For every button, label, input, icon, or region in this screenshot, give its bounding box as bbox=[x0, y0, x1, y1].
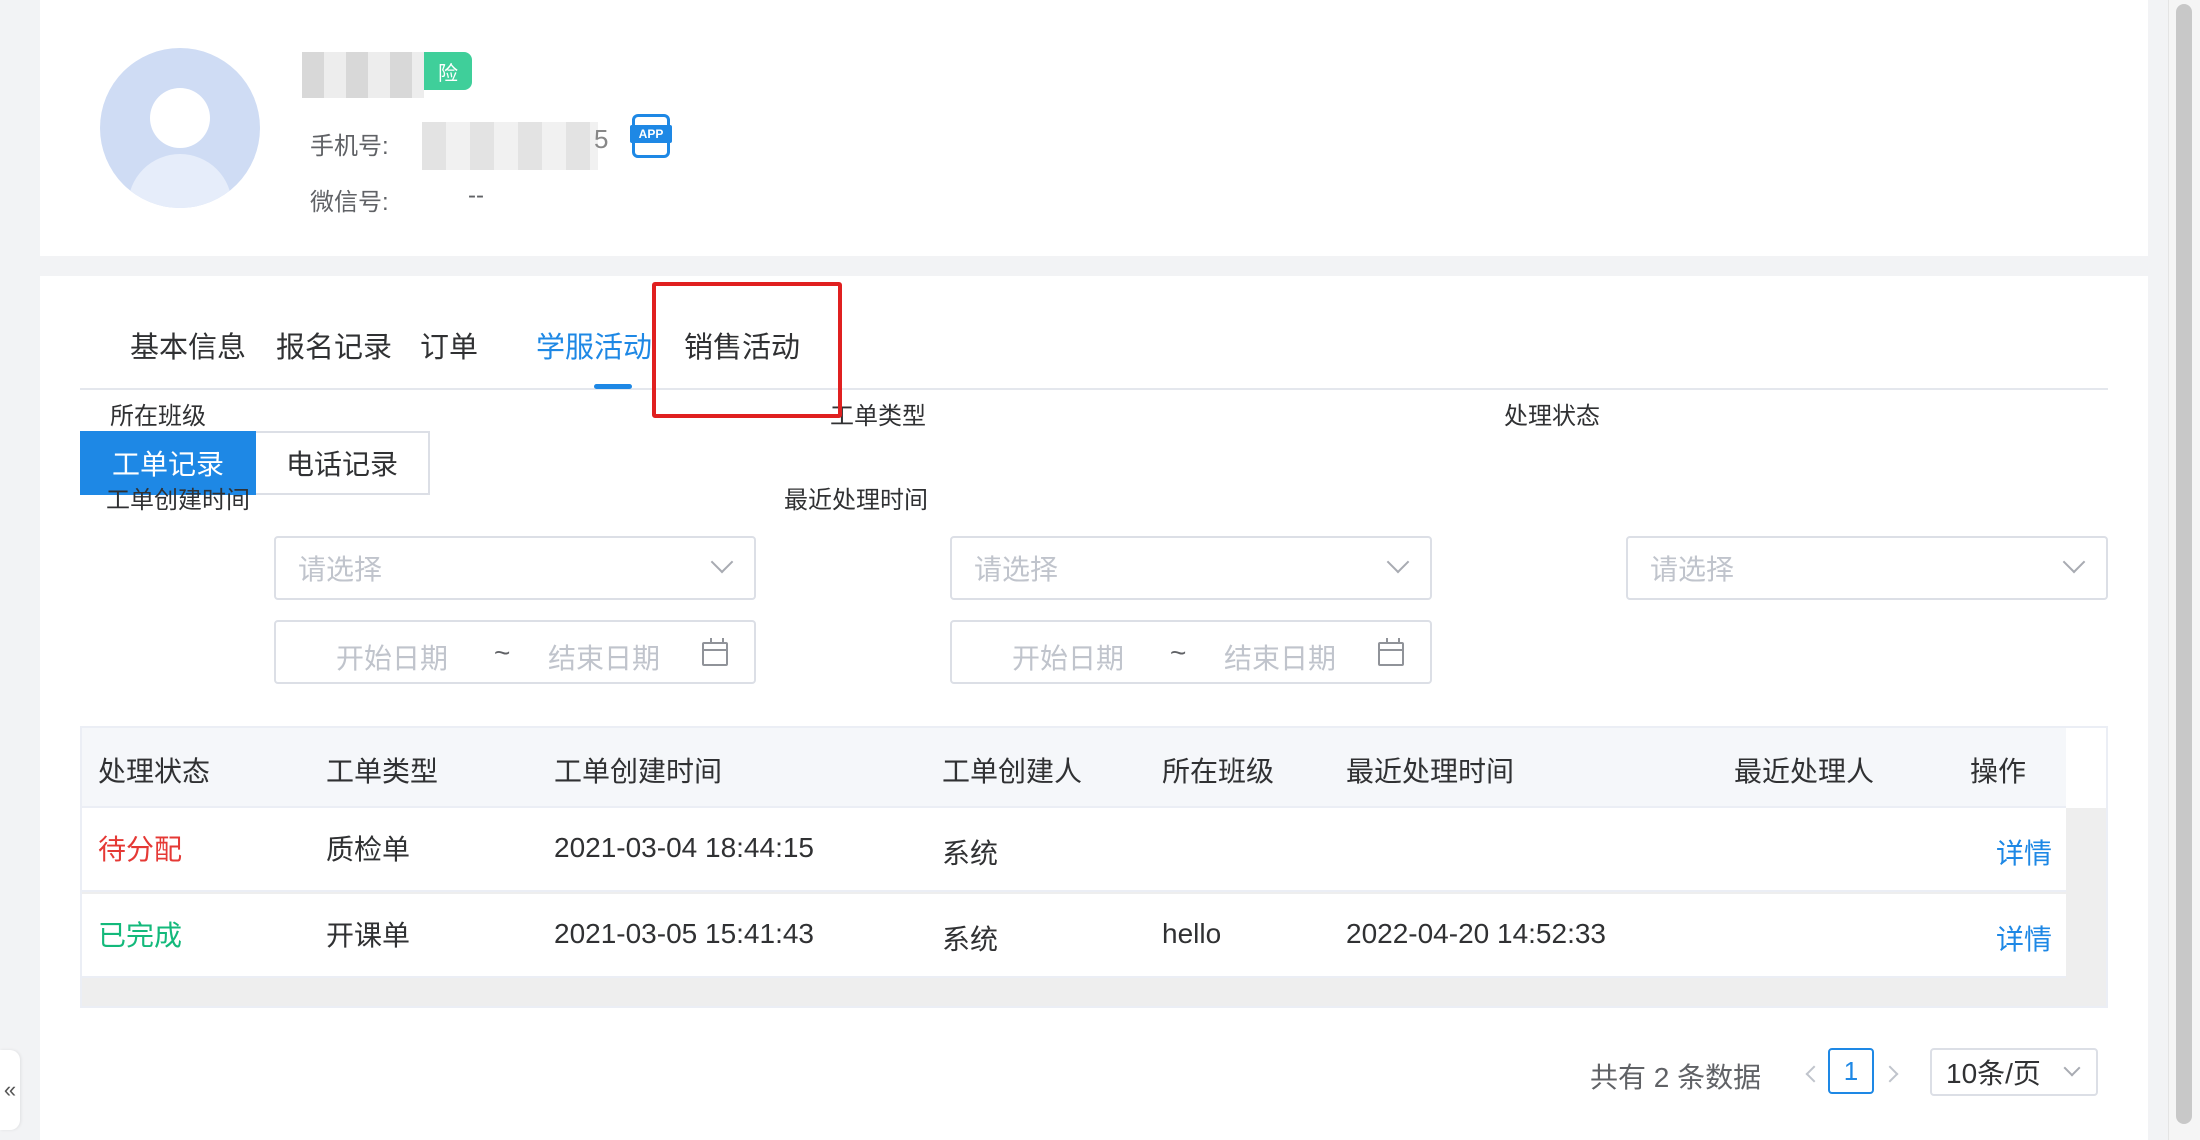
table-row: 待分配 质检单 2021-03-04 18:44:15 系统 详情 bbox=[82, 808, 2066, 892]
status-select[interactable]: 请选择 bbox=[1626, 536, 2108, 600]
avatar-body bbox=[128, 154, 232, 208]
table-header: 处理状态 工单类型 工单创建时间 工单创建人 所在班级 最近处理时间 最近处理人… bbox=[82, 728, 2066, 808]
status-filter-label: 处理状态 bbox=[1504, 403, 1600, 430]
row-created-time: 2021-03-04 18:44:15 bbox=[554, 832, 814, 863]
date-range-separator: ~ bbox=[494, 637, 511, 668]
wechat-value: -- bbox=[468, 182, 484, 209]
row-details-link[interactable]: 详情 bbox=[1996, 832, 2052, 872]
header-creator: 工单创建人 bbox=[942, 756, 1083, 787]
page-size-select[interactable]: 10条/页 bbox=[1930, 1048, 2098, 1096]
avatar-head bbox=[150, 88, 210, 148]
tab-enrollment-records[interactable]: 报名记录 bbox=[276, 324, 392, 366]
chevron-down-icon bbox=[2063, 1059, 2081, 1077]
wechat-label: 微信号: bbox=[310, 189, 389, 216]
recent-end-date[interactable]: 结束日期 bbox=[1224, 637, 1336, 677]
tab-basic-info[interactable]: 基本信息 bbox=[130, 324, 246, 366]
row-created-time: 2021-03-05 15:41:43 bbox=[554, 918, 814, 949]
tab-bar: 基本信息 报名记录 订单 学服活动 销售活动 bbox=[80, 276, 2108, 390]
calendar-icon bbox=[1378, 638, 1404, 666]
header-status: 处理状态 bbox=[98, 756, 211, 787]
table-scroll-gutter bbox=[2066, 728, 2106, 808]
recent-date-range[interactable]: 开始日期 ~ 结束日期 bbox=[950, 620, 1432, 684]
user-tag-badge: 险 bbox=[424, 52, 472, 90]
header-type: 工单类型 bbox=[326, 756, 439, 787]
created-end-date[interactable]: 结束日期 bbox=[548, 637, 660, 677]
phone-label: 手机号: bbox=[310, 133, 389, 160]
phone-number-tail: 5 bbox=[594, 124, 609, 154]
work-order-table: 处理状态 工单类型 工单创建时间 工单创建人 所在班级 最近处理时间 最近处理人… bbox=[80, 726, 2108, 1008]
header-class: 所在班级 bbox=[1162, 756, 1275, 787]
type-select[interactable]: 请选择 bbox=[950, 536, 1432, 600]
profile-card: 险 手机号: 5 APP 微信号: -- bbox=[40, 0, 2148, 256]
app-badge-label: APP bbox=[630, 125, 672, 143]
next-page-icon[interactable] bbox=[1881, 1065, 1899, 1083]
page-scrollbar[interactable] bbox=[2168, 0, 2200, 1140]
active-tab-indicator bbox=[594, 384, 632, 389]
user-avatar bbox=[100, 48, 260, 208]
tab-orders[interactable]: 订单 bbox=[420, 324, 478, 366]
created-start-date[interactable]: 开始日期 bbox=[336, 637, 448, 677]
tab-sales-activity[interactable]: 销售活动 bbox=[684, 324, 800, 366]
page-size-value: 10条/页 bbox=[1946, 1058, 2041, 1089]
header-recent-user: 最近处理人 bbox=[1734, 756, 1875, 787]
chevron-down-icon bbox=[710, 550, 734, 574]
created-date-range[interactable]: 开始日期 ~ 结束日期 bbox=[274, 620, 756, 684]
detail-card: 基本信息 报名记录 订单 学服活动 销售活动 工单记录 电话记录 所在班级 请选… bbox=[40, 276, 2148, 1140]
row-class: hello bbox=[1162, 918, 1222, 949]
calendar-icon bbox=[702, 638, 728, 666]
created-time-filter-label: 工单创建时间 bbox=[106, 487, 250, 514]
row-type: 质检单 bbox=[326, 834, 411, 865]
current-page-button[interactable]: 1 bbox=[1828, 1048, 1874, 1094]
row-status: 已完成 bbox=[98, 920, 183, 951]
pagination-total: 共有 2 条数据 bbox=[1590, 1062, 1762, 1093]
type-filter-label: 工单类型 bbox=[830, 403, 926, 430]
date-range-separator: ~ bbox=[1170, 637, 1187, 668]
row-details-link[interactable]: 详情 bbox=[1996, 918, 2052, 958]
prev-page-icon[interactable] bbox=[1805, 1065, 1823, 1083]
page-scrollbar-thumb[interactable] bbox=[2176, 4, 2192, 1124]
header-actions: 操作 bbox=[1970, 756, 2027, 787]
row-recent-time: 2022-04-20 14:52:33 bbox=[1346, 918, 1606, 949]
row-creator: 系统 bbox=[942, 924, 999, 955]
recent-start-date[interactable]: 开始日期 bbox=[1012, 637, 1124, 677]
row-type: 开课单 bbox=[326, 920, 411, 951]
row-creator: 系统 bbox=[942, 838, 999, 869]
header-created-time: 工单创建时间 bbox=[554, 756, 723, 787]
recent-time-filter-label: 最近处理时间 bbox=[784, 487, 928, 514]
header-recent-time: 最近处理时间 bbox=[1346, 756, 1515, 787]
app-phone-icon[interactable]: APP bbox=[630, 114, 672, 158]
chevron-down-icon bbox=[2062, 550, 2086, 574]
user-name-redacted bbox=[302, 52, 424, 98]
tab-student-service[interactable]: 学服活动 bbox=[536, 324, 652, 366]
class-select[interactable]: 请选择 bbox=[274, 536, 756, 600]
row-status: 待分配 bbox=[98, 834, 183, 865]
sidebar-collapse-button[interactable]: « bbox=[0, 1050, 20, 1130]
class-filter-label: 所在班级 bbox=[110, 403, 206, 430]
table-row: 已完成 开课单 2021-03-05 15:41:43 系统 hello 202… bbox=[82, 894, 2066, 978]
chevron-down-icon bbox=[1386, 550, 1410, 574]
phone-records-button[interactable]: 电话记录 bbox=[256, 431, 431, 495]
phone-number-redacted bbox=[422, 122, 598, 170]
